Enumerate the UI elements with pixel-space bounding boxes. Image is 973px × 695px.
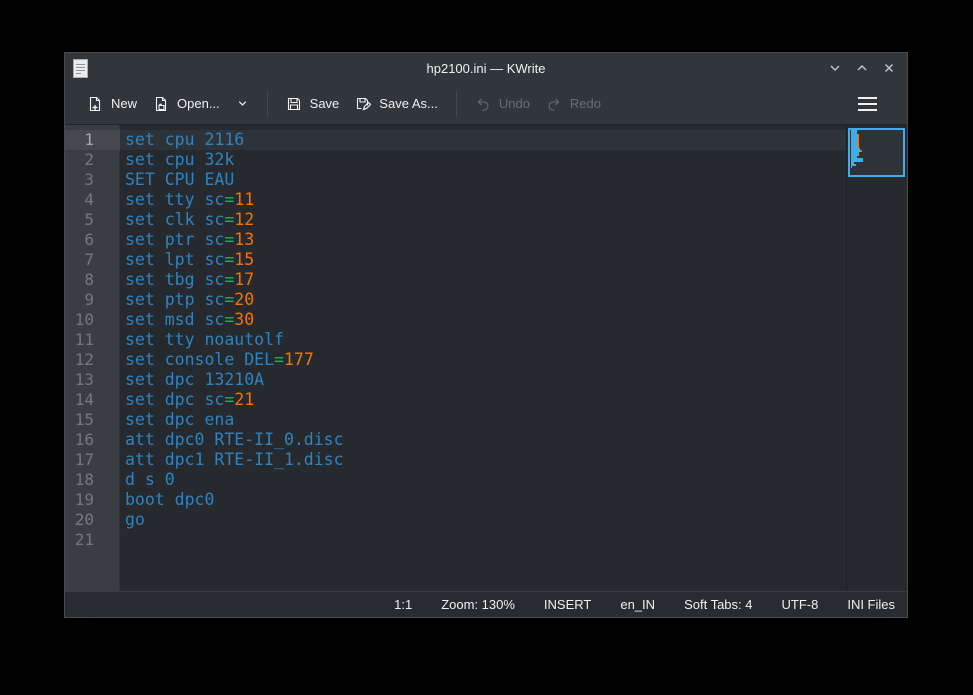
- line-number: 15: [65, 410, 120, 430]
- line-number: 7: [65, 250, 120, 270]
- code-line[interactable]: 17att dpc1 RTE-II_1.disc: [65, 450, 907, 470]
- code-text[interactable]: set dpc sc=21: [120, 390, 907, 410]
- line-number: 8: [65, 270, 120, 290]
- close-window-icon[interactable]: [880, 59, 898, 77]
- code-text[interactable]: boot dpc0: [120, 490, 907, 510]
- redo-icon: [546, 96, 562, 112]
- code-text[interactable]: set tty noautolf: [120, 330, 907, 350]
- status-cursor-position[interactable]: 1:1: [394, 597, 412, 612]
- maximize-window-icon[interactable]: [853, 59, 871, 77]
- status-input-mode[interactable]: INSERT: [544, 597, 591, 612]
- code-line[interactable]: 20go: [65, 510, 907, 530]
- code-line[interactable]: 4set tty sc=11: [65, 190, 907, 210]
- line-number: 3: [65, 170, 120, 190]
- line-number: 6: [65, 230, 120, 250]
- shade-window-icon[interactable]: [826, 59, 844, 77]
- document-icon: [73, 59, 88, 78]
- line-number: 2: [65, 150, 120, 170]
- toolbar-separator: [267, 91, 268, 117]
- code-text[interactable]: set cpu 32k: [120, 150, 907, 170]
- line-number: 4: [65, 190, 120, 210]
- save-icon: [286, 96, 302, 112]
- status-tab-settings[interactable]: Soft Tabs: 4: [684, 597, 752, 612]
- code-text[interactable]: set msd sc=30: [120, 310, 907, 330]
- open-document-icon: [153, 96, 169, 112]
- code-text[interactable]: set tty sc=11: [120, 190, 907, 210]
- status-encoding[interactable]: UTF-8: [781, 597, 818, 612]
- code-text[interactable]: set cpu 2116: [120, 130, 907, 150]
- code-text[interactable]: set tbg sc=17: [120, 270, 907, 290]
- line-number: 14: [65, 390, 120, 410]
- code-line[interactable]: 10set msd sc=30: [65, 310, 907, 330]
- code-line[interactable]: 7set lpt sc=15: [65, 250, 907, 270]
- line-number: 5: [65, 210, 120, 230]
- code-line[interactable]: 19boot dpc0: [65, 490, 907, 510]
- save-button[interactable]: Save: [278, 89, 348, 119]
- text-editor-area[interactable]: 1set cpu 21162set cpu 32k3SET CPU EAU4se…: [65, 125, 907, 591]
- status-zoom-level[interactable]: Zoom: 130%: [441, 597, 515, 612]
- line-number: 12: [65, 350, 120, 370]
- minimap-text-marks: [851, 128, 863, 171]
- toolbar: New Open... Save Save As...: [65, 83, 907, 125]
- code-line[interactable]: 12set console DEL=177: [65, 350, 907, 370]
- minimap-scrollbar[interactable]: [846, 125, 907, 591]
- line-number: 1: [65, 130, 120, 150]
- save-as-button[interactable]: Save As...: [347, 89, 446, 119]
- code-line[interactable]: 21: [65, 530, 907, 550]
- line-number: 9: [65, 290, 120, 310]
- code-text[interactable]: set clk sc=12: [120, 210, 907, 230]
- code-line[interactable]: 9set ptp sc=20: [65, 290, 907, 310]
- new-document-icon: [87, 96, 103, 112]
- undo-icon: [475, 96, 491, 112]
- redo-button[interactable]: Redo: [538, 89, 609, 119]
- line-number: 10: [65, 310, 120, 330]
- code-line[interactable]: 6set ptr sc=13: [65, 230, 907, 250]
- code-line[interactable]: 13set dpc 13210A: [65, 370, 907, 390]
- code-line[interactable]: 8set tbg sc=17: [65, 270, 907, 290]
- status-syntax-mode[interactable]: INI Files: [847, 597, 895, 612]
- line-number: 16: [65, 430, 120, 450]
- code-text[interactable]: d s 0: [120, 470, 907, 490]
- open-button[interactable]: Open...: [145, 89, 228, 119]
- code-text[interactable]: go: [120, 510, 907, 530]
- code-line[interactable]: 1set cpu 2116: [65, 130, 907, 150]
- kwrite-window: hp2100.ini — KWrite New: [64, 52, 908, 618]
- window-title: hp2100.ini — KWrite: [65, 61, 907, 76]
- code-line[interactable]: 18d s 0: [65, 470, 907, 490]
- status-keyboard-layout[interactable]: en_IN: [620, 597, 655, 612]
- code-line[interactable]: 14set dpc sc=21: [65, 390, 907, 410]
- line-number: 17: [65, 450, 120, 470]
- code-text[interactable]: set ptr sc=13: [120, 230, 907, 250]
- toolbar-separator: [456, 91, 457, 117]
- line-number: 18: [65, 470, 120, 490]
- code-text[interactable]: att dpc1 RTE-II_1.disc: [120, 450, 907, 470]
- code-text[interactable]: [120, 530, 907, 550]
- line-number: 13: [65, 370, 120, 390]
- line-number: 21: [65, 530, 120, 550]
- save-as-icon: [355, 96, 371, 112]
- code-line[interactable]: 5set clk sc=12: [65, 210, 907, 230]
- code-text[interactable]: SET CPU EAU: [120, 170, 907, 190]
- code-line[interactable]: 15set dpc ena: [65, 410, 907, 430]
- code-text[interactable]: set ptp sc=20: [120, 290, 907, 310]
- line-number: 19: [65, 490, 120, 510]
- code-text[interactable]: set console DEL=177: [120, 350, 907, 370]
- code-text[interactable]: set dpc ena: [120, 410, 907, 430]
- open-recent-chevron-icon[interactable]: [228, 90, 257, 117]
- code-text[interactable]: set lpt sc=15: [120, 250, 907, 270]
- code-text[interactable]: set dpc 13210A: [120, 370, 907, 390]
- new-button[interactable]: New: [79, 89, 145, 119]
- code-area: 1set cpu 21162set cpu 32k3SET CPU EAU4se…: [65, 130, 907, 550]
- code-line[interactable]: 2set cpu 32k: [65, 150, 907, 170]
- line-number: 20: [65, 510, 120, 530]
- line-number: 11: [65, 330, 120, 350]
- titlebar[interactable]: hp2100.ini — KWrite: [65, 53, 907, 83]
- statusbar: 1:1 Zoom: 130% INSERT en_IN Soft Tabs: 4 UTF-…: [65, 591, 907, 617]
- undo-button[interactable]: Undo: [467, 89, 538, 119]
- code-line[interactable]: 11set tty noautolf: [65, 330, 907, 350]
- menu-hamburger-icon[interactable]: [852, 91, 883, 117]
- code-line[interactable]: 16att dpc0 RTE-II_0.disc: [65, 430, 907, 450]
- code-line[interactable]: 3SET CPU EAU: [65, 170, 907, 190]
- code-text[interactable]: att dpc0 RTE-II_0.disc: [120, 430, 907, 450]
